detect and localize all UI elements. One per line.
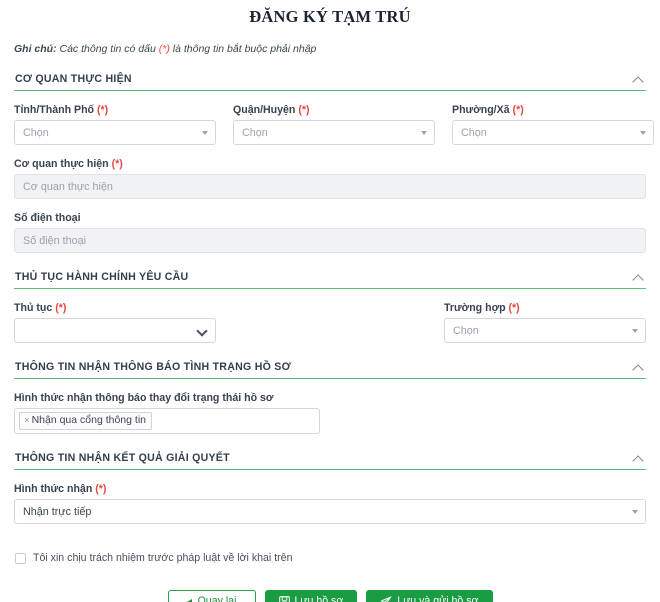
section-header-thu-tuc-hanh-chinh[interactable]: THỦ TỤC HÀNH CHÍNH YÊU CẦU bbox=[14, 265, 646, 289]
section-title: THÔNG TIN NHẬN THÔNG BÁO TÌNH TRẠNG HỒ S… bbox=[15, 361, 291, 373]
section-title: THÔNG TIN NHẬN KẾT QUẢ GIẢI QUYẾT bbox=[15, 452, 230, 464]
field-phuong-xa: Phường/Xã (*) Chọn bbox=[452, 104, 654, 145]
select-placeholder: Chọn bbox=[453, 325, 479, 337]
chevron-up-icon[interactable] bbox=[633, 75, 645, 84]
select-placeholder: Chọn bbox=[461, 127, 487, 139]
field-label: Phường/Xã (*) bbox=[452, 104, 654, 116]
caret-down-icon[interactable] bbox=[421, 131, 427, 135]
caret-down-icon[interactable] bbox=[202, 131, 208, 135]
field-label: Số điện thoại bbox=[14, 212, 646, 224]
selected-tag[interactable]: × Nhận qua cổng thông tin bbox=[19, 412, 152, 430]
field-label: Thủ tục (*) bbox=[14, 302, 216, 314]
row-dia-gioi-hanh-chinh: Tỉnh/Thành Phố (*) Chọn Quận/Huyện (*) C… bbox=[14, 104, 646, 145]
field-hinh-thuc-nhan: Hình thức nhận (*) Nhận trực tiếp bbox=[14, 483, 646, 524]
field-label: Trường hợp (*) bbox=[444, 302, 646, 314]
row-hinh-thuc-nhan-thong-bao: Hình thức nhận thông báo thay đổi trạng … bbox=[14, 392, 646, 434]
label-text: Phường/Xã bbox=[452, 104, 510, 116]
label-text: Số điện thoại bbox=[14, 212, 81, 224]
save-button[interactable]: Lưu hồ sơ bbox=[265, 590, 358, 602]
chevron-up-icon[interactable] bbox=[633, 273, 645, 282]
label-text: Trường hợp bbox=[444, 302, 506, 314]
tinh-thanh-pho-select[interactable]: Chọn bbox=[14, 120, 216, 145]
row-thu-tuc-truong-hop: Thủ tục (*) Trường hợp (*) Chọn bbox=[14, 302, 646, 343]
note-label: Ghi chú: bbox=[14, 43, 57, 55]
tag-label: Nhận qua cổng thông tin bbox=[32, 414, 146, 427]
thu-tuc-select[interactable] bbox=[14, 318, 216, 343]
label-text: Cơ quan thực hiện bbox=[14, 158, 109, 170]
field-label: Hình thức nhận thông báo thay đổi trạng … bbox=[14, 392, 320, 404]
chevron-up-icon[interactable] bbox=[633, 454, 645, 463]
required-mark: (*) bbox=[97, 104, 108, 116]
required-mark: (*) bbox=[298, 104, 309, 116]
select-placeholder: Chọn bbox=[23, 127, 49, 139]
arrow-left-icon bbox=[187, 599, 192, 602]
required-mark: (*) bbox=[55, 302, 66, 314]
caret-down-icon[interactable] bbox=[640, 131, 646, 135]
input-placeholder: Số điện thoại bbox=[23, 235, 86, 247]
field-tinh-thanh-pho: Tỉnh/Thành Phố (*) Chọn bbox=[14, 104, 216, 145]
section-header-thong-tin-nhan-thong-bao[interactable]: THÔNG TIN NHẬN THÔNG BÁO TÌNH TRẠNG HỒ S… bbox=[14, 355, 646, 379]
required-mark: (*) bbox=[513, 104, 524, 116]
section-header-thong-tin-nhan-ket-qua[interactable]: THÔNG TIN NHẬN KẾT QUẢ GIẢI QUYẾT bbox=[14, 446, 646, 470]
chevron-down-icon[interactable] bbox=[198, 327, 206, 335]
paper-plane-icon bbox=[380, 596, 392, 602]
field-label: Tỉnh/Thành Phố (*) bbox=[14, 104, 216, 116]
row-co-quan-thuc-hien: Cơ quan thực hiện (*) Cơ quan thực hiện bbox=[14, 158, 646, 199]
label-text: Quận/Huyện bbox=[233, 104, 295, 116]
field-label: Quận/Huyện (*) bbox=[233, 104, 435, 116]
section-header-co-quan-thuc-hien[interactable]: CƠ QUAN THỰC HIỆN bbox=[14, 67, 646, 91]
label-text: Hình thức nhận bbox=[14, 483, 92, 495]
declaration-row[interactable]: Tôi xin chịu trách nhiệm trước pháp luật… bbox=[14, 552, 646, 564]
label-text: Hình thức nhận thông báo thay đổi trạng … bbox=[14, 392, 273, 404]
action-button-bar: Quay lại Lưu hồ sơ Lưu và gửi hồ sơ bbox=[14, 590, 646, 602]
caret-down-icon[interactable] bbox=[632, 510, 638, 514]
required-mark: (*) bbox=[95, 483, 106, 495]
field-hinh-thuc-nhan-thong-bao: Hình thức nhận thông báo thay đổi trạng … bbox=[14, 392, 320, 434]
field-label: Hình thức nhận (*) bbox=[14, 483, 646, 495]
declaration-label: Tôi xin chịu trách nhiệm trước pháp luật… bbox=[33, 552, 292, 564]
co-quan-thuc-hien-input[interactable]: Cơ quan thực hiện bbox=[14, 174, 646, 199]
row-hinh-thuc-nhan: Hình thức nhận (*) Nhận trực tiếp bbox=[14, 483, 646, 524]
field-quan-huyen: Quận/Huyện (*) Chọn bbox=[233, 104, 435, 145]
declaration-checkbox[interactable] bbox=[15, 553, 26, 564]
back-button-label: Quay lại bbox=[198, 596, 237, 602]
note-text-part2: là thông tin bắt buộc phải nhập bbox=[170, 43, 317, 55]
save-and-send-button[interactable]: Lưu và gửi hồ sơ bbox=[366, 590, 492, 602]
caret-down-icon[interactable] bbox=[632, 329, 638, 333]
save-button-label: Lưu hồ sơ bbox=[295, 596, 344, 602]
page-title: ĐĂNG KÝ TẠM TRÚ bbox=[14, 0, 646, 27]
row-so-dien-thoai: Số điện thoại Số điện thoại bbox=[14, 212, 646, 253]
field-co-quan-thuc-hien: Cơ quan thực hiện (*) Cơ quan thực hiện bbox=[14, 158, 646, 199]
save-and-send-button-label: Lưu và gửi hồ sơ bbox=[397, 596, 478, 602]
so-dien-thoai-input[interactable]: Số điện thoại bbox=[14, 228, 646, 253]
select-value: Nhận trực tiếp bbox=[23, 506, 91, 518]
required-mark: (*) bbox=[112, 158, 123, 170]
field-truong-hop: Trường hợp (*) Chọn bbox=[444, 302, 646, 343]
field-thu-tuc: Thủ tục (*) bbox=[14, 302, 216, 343]
quan-huyen-select[interactable]: Chọn bbox=[233, 120, 435, 145]
field-label: Cơ quan thực hiện (*) bbox=[14, 158, 646, 170]
back-button[interactable]: Quay lại bbox=[168, 590, 256, 602]
chevron-up-icon[interactable] bbox=[633, 363, 645, 372]
select-placeholder: Chọn bbox=[242, 127, 268, 139]
field-so-dien-thoai: Số điện thoại Số điện thoại bbox=[14, 212, 646, 253]
note-text-part1: Các thông tin có dấu bbox=[57, 43, 159, 55]
phuong-xa-select[interactable]: Chọn bbox=[452, 120, 654, 145]
note-required-mark: (*) bbox=[159, 43, 170, 55]
save-disk-icon bbox=[279, 596, 290, 602]
required-mark: (*) bbox=[509, 302, 520, 314]
required-fields-note: Ghi chú: Các thông tin có dấu (*) là thô… bbox=[14, 43, 646, 55]
truong-hop-select[interactable]: Chọn bbox=[444, 318, 646, 343]
section-title: THỦ TỤC HÀNH CHÍNH YÊU CẦU bbox=[15, 271, 188, 283]
input-placeholder: Cơ quan thực hiện bbox=[23, 181, 113, 193]
section-title: CƠ QUAN THỰC HIỆN bbox=[15, 73, 132, 85]
hinh-thuc-nhan-thong-bao-multiselect[interactable]: × Nhận qua cổng thông tin bbox=[14, 408, 320, 434]
label-text: Thủ tục bbox=[14, 302, 52, 314]
label-text: Tỉnh/Thành Phố bbox=[14, 104, 94, 116]
registration-form-page: ĐĂNG KÝ TẠM TRÚ Ghi chú: Các thông tin c… bbox=[0, 0, 660, 602]
hinh-thuc-nhan-select[interactable]: Nhận trực tiếp bbox=[14, 499, 646, 524]
close-icon[interactable]: × bbox=[24, 416, 30, 426]
